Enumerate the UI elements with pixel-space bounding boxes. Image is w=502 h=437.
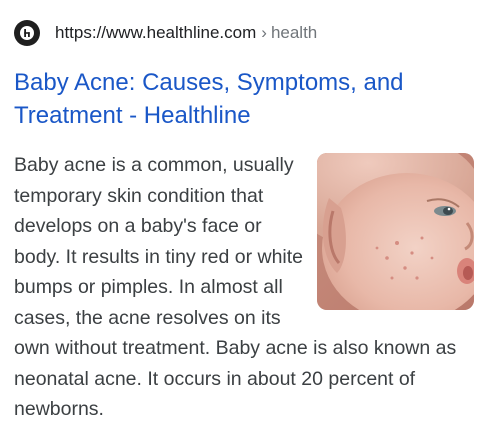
result-url: https://www.healthline.com — [55, 23, 257, 42]
result-thumbnail[interactable] — [317, 153, 474, 310]
breadcrumb: health — [270, 23, 318, 42]
search-result: https://www.healthline.com › health Baby… — [0, 0, 502, 437]
baby-face-photo — [317, 153, 474, 310]
result-title-link[interactable]: Baby Acne: Causes, Symptoms, and Treatme… — [14, 66, 484, 132]
healthline-logo-icon — [14, 20, 40, 46]
result-snippet-block: Baby acne is a common, usually temporary… — [14, 150, 474, 425]
breadcrumb-separator: › — [261, 23, 267, 42]
result-source[interactable]: https://www.healthline.com › health — [14, 19, 317, 47]
